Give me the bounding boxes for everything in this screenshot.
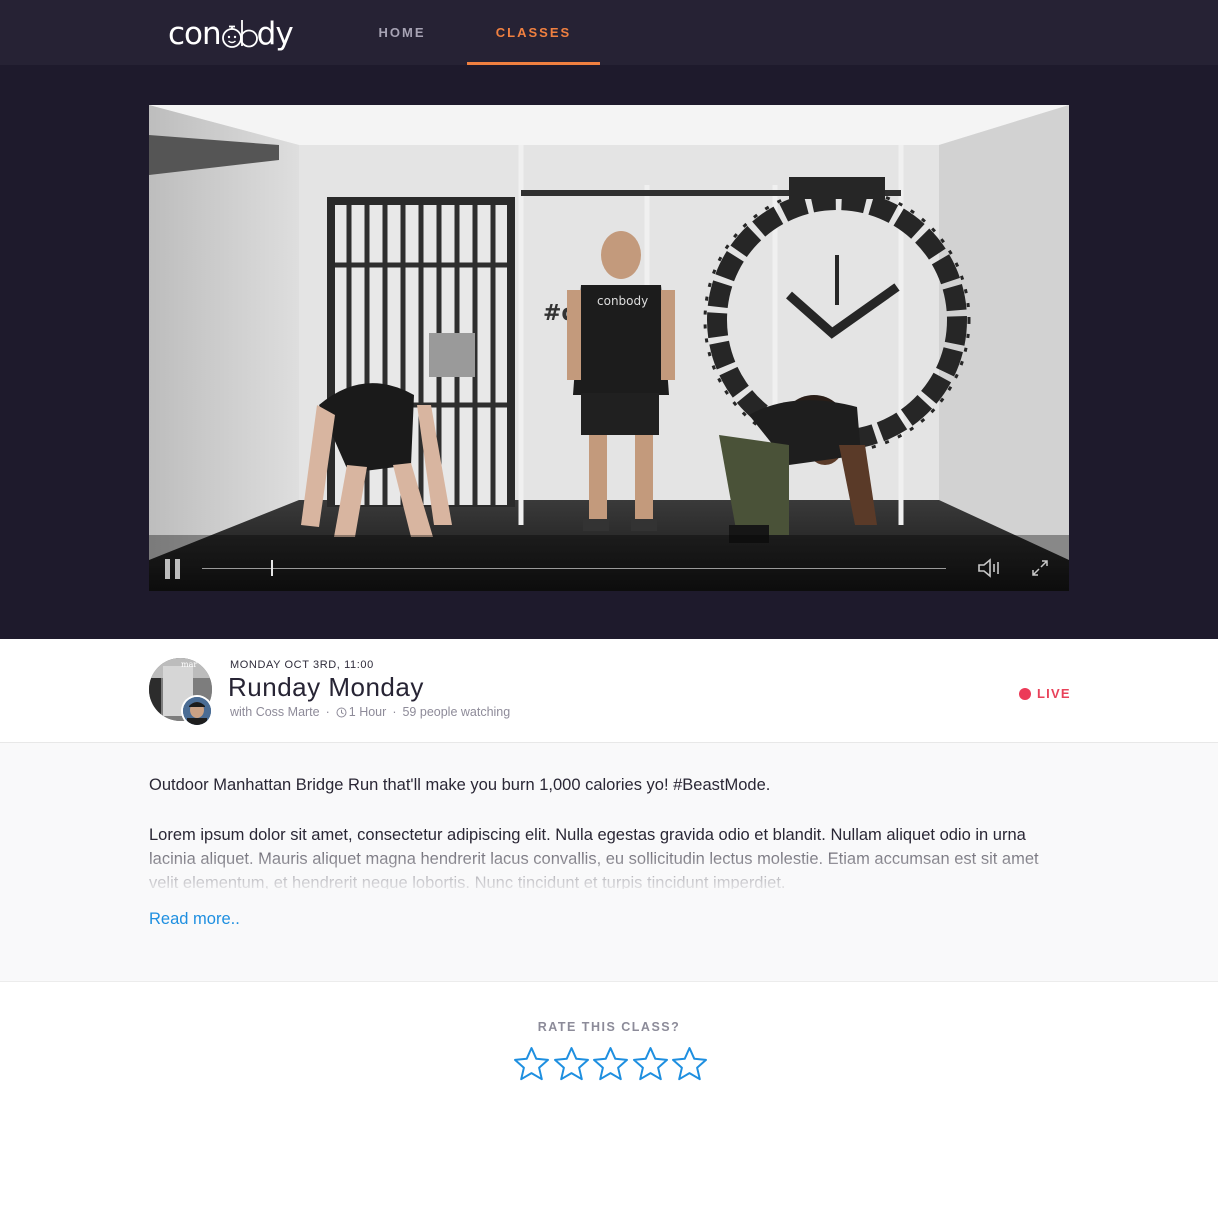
read-more-link[interactable]: Read more.. bbox=[149, 910, 240, 929]
rate-class-label: RATE THIS CLASS? bbox=[537, 1020, 681, 1034]
instructor-avatar[interactable] bbox=[181, 695, 213, 727]
video-progress-bar[interactable] bbox=[202, 560, 946, 576]
class-duration: 1 Hour bbox=[348, 705, 387, 719]
nav-home[interactable]: HOME bbox=[362, 0, 442, 65]
live-status-badge: LIVE bbox=[1019, 686, 1071, 701]
class-meta: with Coss Marte · 1 Hour · 59 people wat… bbox=[230, 705, 510, 719]
video-player[interactable]: #d e conbody bbox=[149, 105, 1069, 591]
nav-classes[interactable]: CLASSES bbox=[467, 0, 600, 65]
video-progress-handle[interactable] bbox=[271, 560, 273, 576]
top-navigation: con dy HOME CLASSES bbox=[0, 0, 1218, 65]
star-icon[interactable] bbox=[591, 1046, 630, 1082]
star-icon[interactable] bbox=[552, 1046, 591, 1082]
instructor-name: with Coss Marte bbox=[230, 705, 320, 719]
star-icon[interactable] bbox=[670, 1046, 709, 1082]
avatar-caption: mar bbox=[181, 660, 197, 669]
class-description: Outdoor Manhattan Bridge Run that'll mak… bbox=[0, 743, 1218, 982]
shirt-logo-text: conbody bbox=[597, 294, 648, 308]
pause-icon[interactable] bbox=[165, 559, 181, 579]
video-hero: #d e conbody bbox=[0, 65, 1218, 639]
star-icon[interactable] bbox=[631, 1046, 670, 1082]
volume-icon[interactable] bbox=[977, 558, 1003, 578]
live-label: LIVE bbox=[1037, 686, 1071, 701]
fullscreen-icon[interactable] bbox=[1031, 559, 1049, 577]
video-frame: #d e conbody bbox=[149, 105, 1069, 591]
star-icon[interactable] bbox=[512, 1046, 551, 1082]
conbody-logo[interactable]: con dy bbox=[168, 14, 294, 54]
class-title: Runday Monday bbox=[228, 672, 424, 702]
live-dot-icon bbox=[1019, 687, 1031, 700]
description-fade bbox=[149, 843, 1069, 893]
separator-dot: · bbox=[392, 705, 397, 719]
logo-text: con bbox=[168, 16, 222, 52]
logo-text-tail: dy bbox=[256, 16, 294, 52]
class-info-bar: mar MONDAY OCT 3RD, 11:00 Runday Monday … bbox=[0, 639, 1218, 743]
rating-stars bbox=[512, 1046, 710, 1082]
description-lead: Outdoor Manhattan Bridge Run that'll mak… bbox=[149, 776, 771, 794]
separator-dot: · bbox=[325, 705, 330, 719]
class-date: MONDAY OCT 3RD, 11:00 bbox=[230, 659, 374, 671]
watching-count: 59 people watching bbox=[402, 705, 511, 719]
clock-icon bbox=[336, 707, 347, 717]
video-controls bbox=[149, 545, 1069, 591]
